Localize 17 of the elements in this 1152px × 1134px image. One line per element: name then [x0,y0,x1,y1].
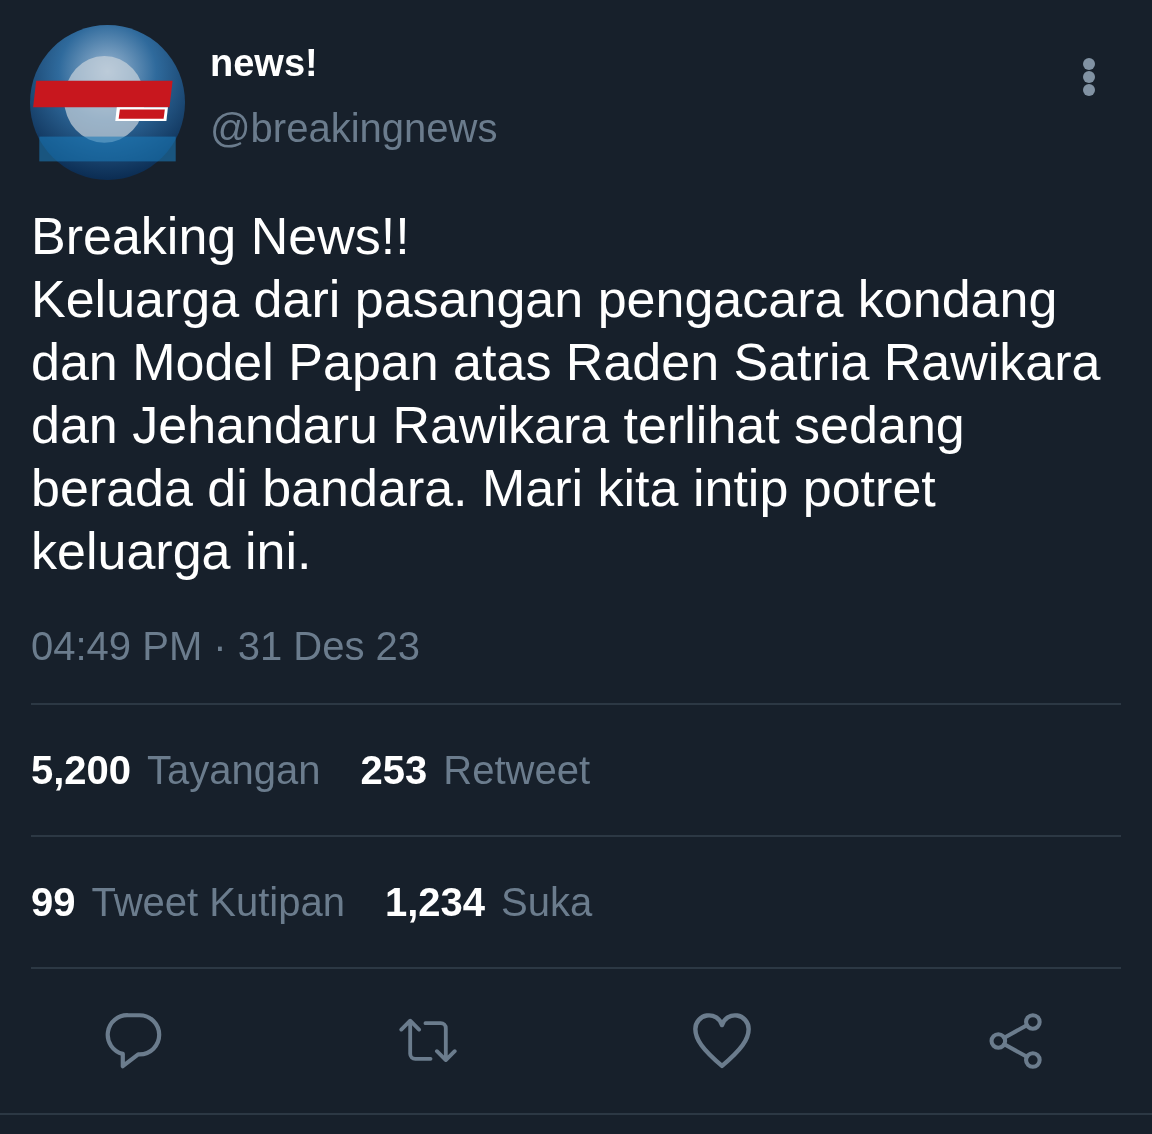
tweet-text: Breaking News!! Keluarga dari pasangan pengacara kondang dan Model Papan atas Raden Satria Rawikara dan Jehandaru Rawikara terlihat sedang berada di bandara. Mari kita intip potret keluarga ini. [31,206,1102,582]
account-handle[interactable]: @breakingnews [210,105,498,151]
stat-count[interactable]: 99 [31,878,76,926]
stat-label[interactable]: Suka [501,878,593,926]
account-name[interactable]: news! [210,41,318,85]
more-options-icon[interactable] [1082,57,1096,97]
stat-label[interactable]: Tweet Kutipan [91,878,345,926]
stat-count[interactable]: 5,200 [31,746,132,794]
stat-label[interactable]: Tayangan [147,746,321,794]
avatar-image[interactable] [30,25,185,180]
stat-label[interactable]: Retweet [443,746,591,794]
stat-count[interactable]: 1,234 [385,878,486,926]
stat-count[interactable]: 253 [360,746,428,794]
heart-icon[interactable] [693,1013,751,1069]
share-icon[interactable] [987,1013,1045,1069]
reply-icon[interactable] [105,1013,163,1069]
tweet-timestamp: 04:49 PM · 31 Des 23 [31,623,421,670]
